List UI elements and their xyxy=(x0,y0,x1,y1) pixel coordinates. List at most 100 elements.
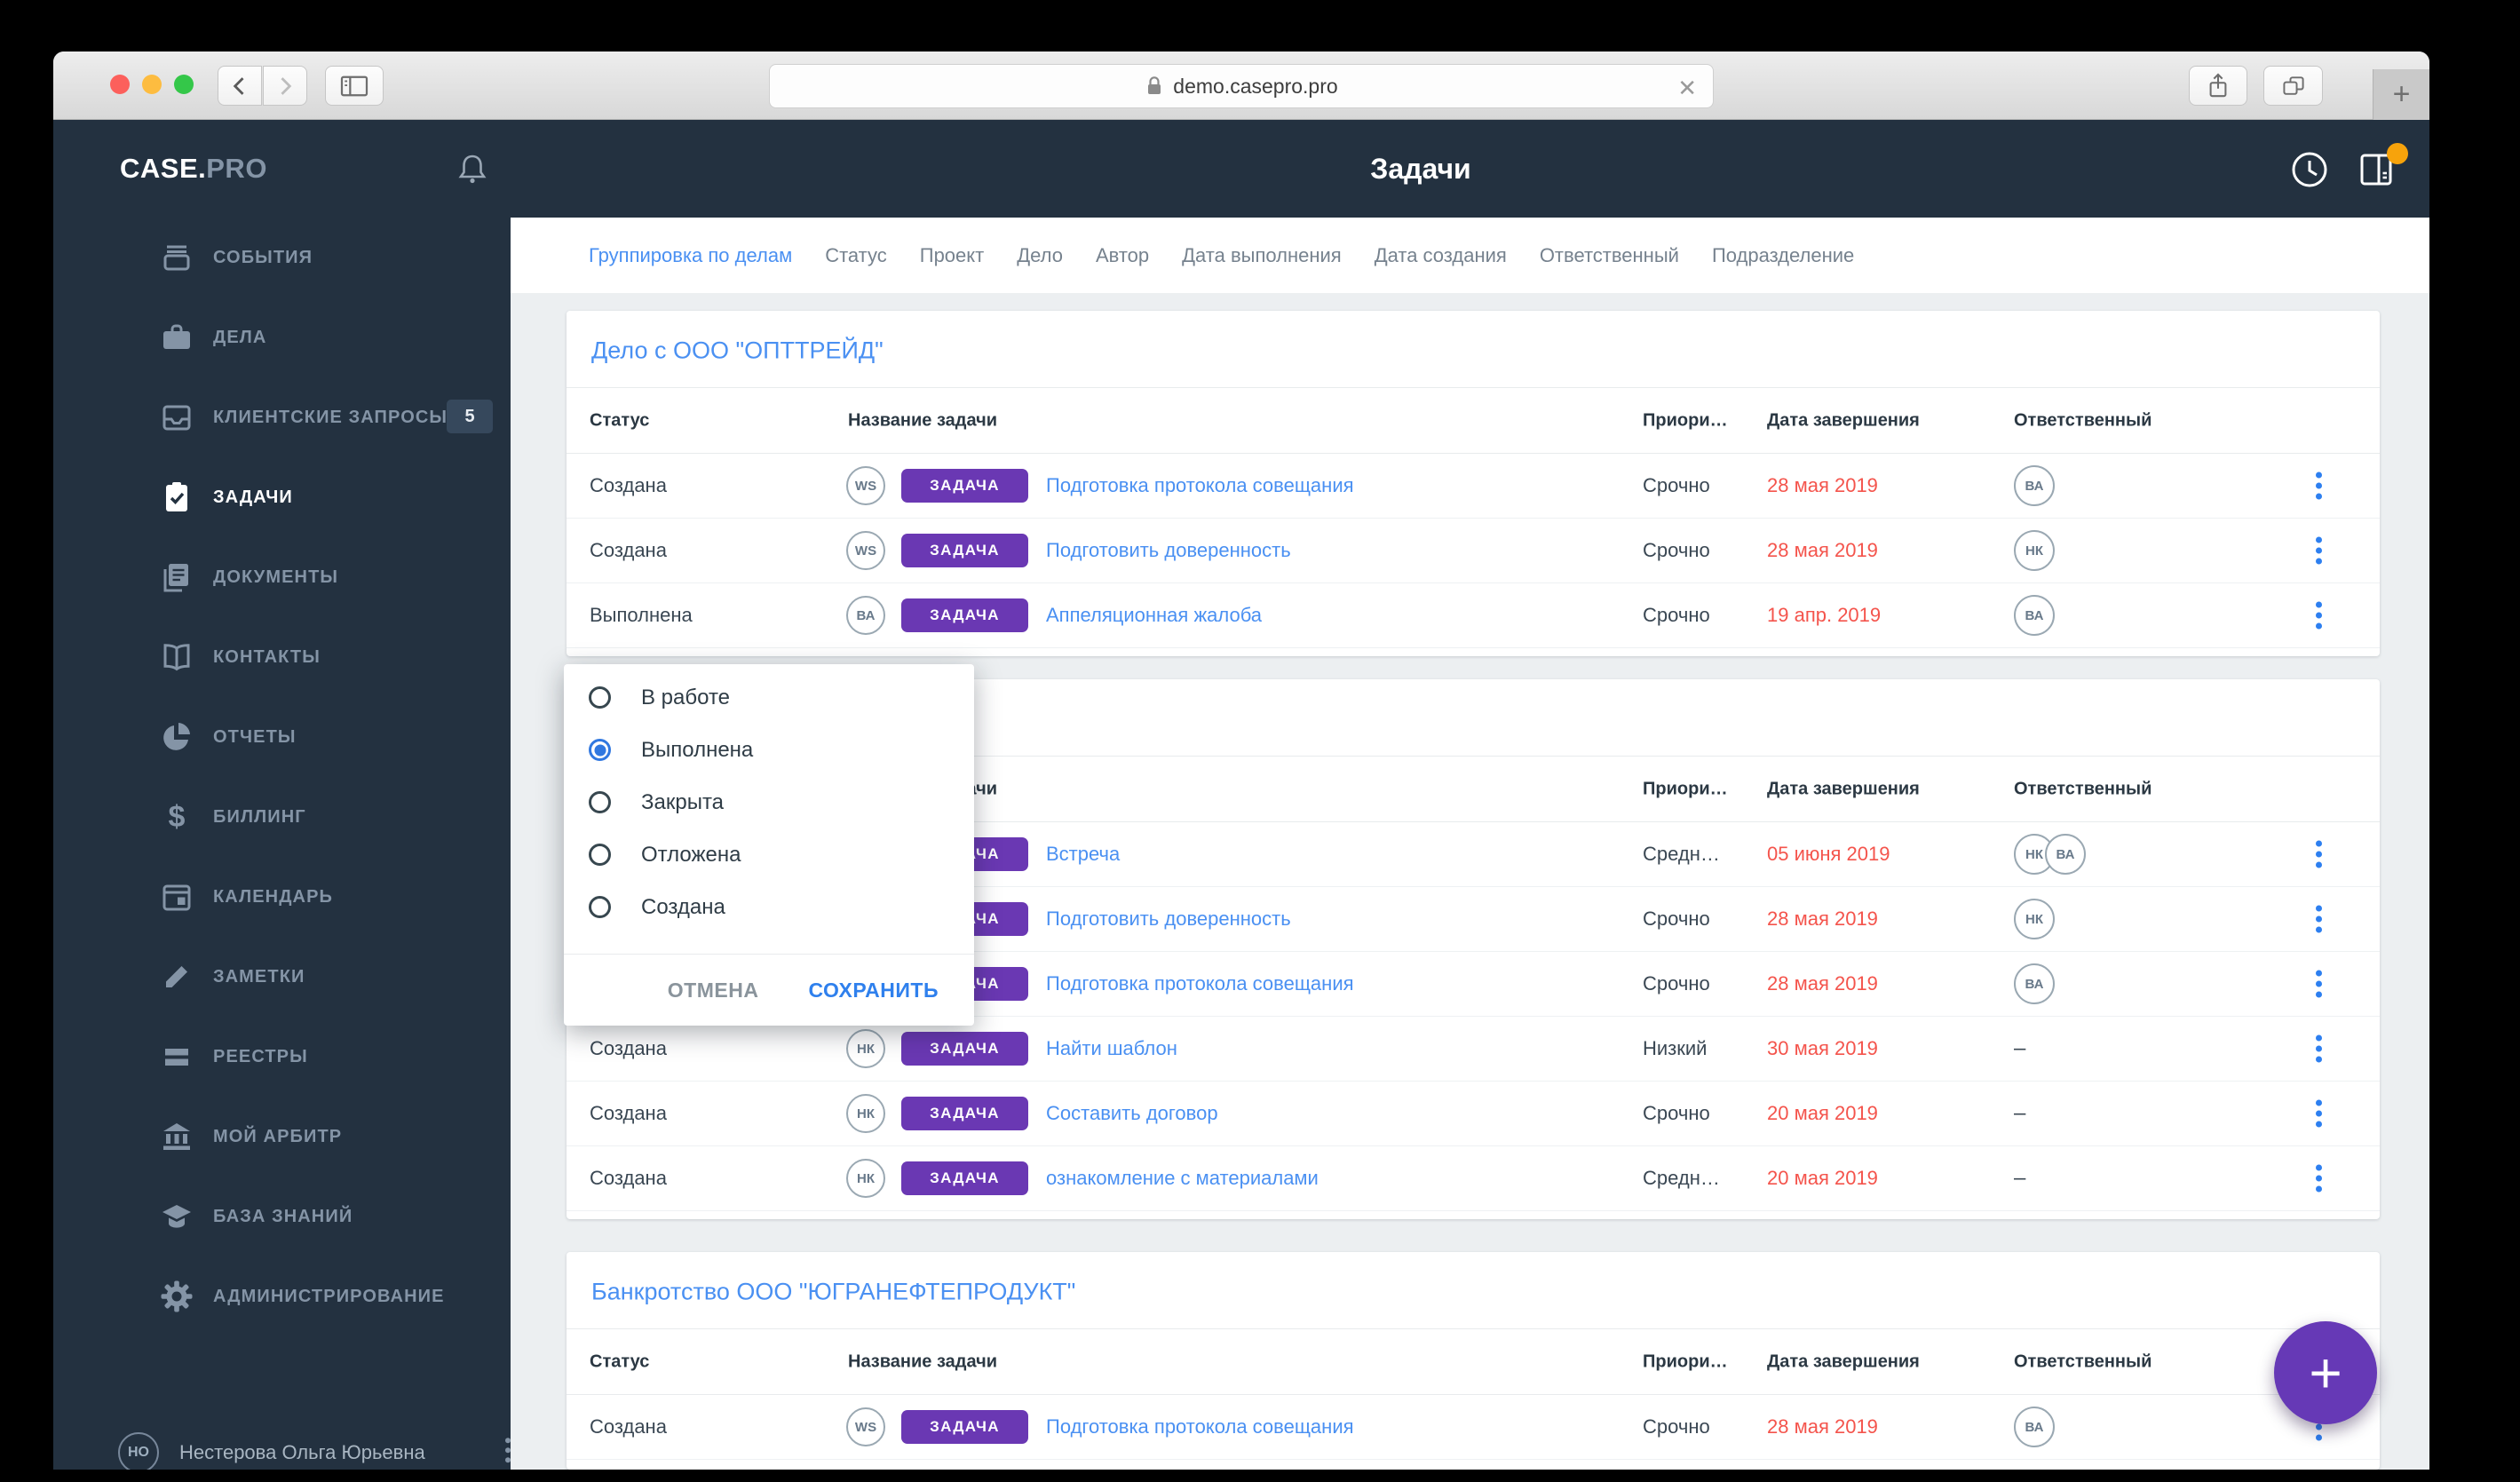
task-link[interactable]: Подготовка протокола совещания xyxy=(1046,1415,1354,1438)
sidebar-item-contacts[interactable]: КОНТАКТЫ xyxy=(53,617,511,697)
radio-selected-icon[interactable] xyxy=(589,739,611,761)
task-status[interactable]: Выполнена xyxy=(590,604,693,627)
row-menu-button[interactable] xyxy=(2309,963,2329,1005)
stop-loading-icon[interactable]: ✕ xyxy=(1677,75,1697,102)
sidebar-item-cases[interactable]: ДЕЛА xyxy=(53,297,511,377)
filter-item-проект[interactable]: Проект xyxy=(920,244,984,267)
filter-item-ответственный[interactable]: Ответственный xyxy=(1540,244,1679,267)
task-status[interactable]: Создана xyxy=(590,1415,667,1438)
filter-item-дата-создания[interactable]: Дата создания xyxy=(1375,244,1507,267)
address-bar[interactable]: demo.casepro.pro ✕ xyxy=(769,64,1714,108)
task-link[interactable]: Найти шаблон xyxy=(1046,1037,1177,1060)
kebab-icon xyxy=(2316,970,2322,998)
kebab-icon xyxy=(2316,472,2322,500)
sidebar-item-documents[interactable]: ДОКУМЕНТЫ xyxy=(53,537,511,617)
status-option[interactable]: Закрыта xyxy=(564,776,974,828)
status-select-popover: В работе Выполнена Закрыта Отложена Создана … xyxy=(564,664,974,1026)
sidebar-item-tasks[interactable]: ЗАДАЧИ xyxy=(53,457,511,537)
logo-secondary: PRO xyxy=(206,153,267,184)
radio-icon[interactable] xyxy=(589,791,611,813)
radio-icon[interactable] xyxy=(589,896,611,918)
sidebar-item-events[interactable]: СОБЫТИЯ xyxy=(53,218,511,297)
share-icon xyxy=(2209,72,2227,97)
filter-item-подразделение[interactable]: Подразделение xyxy=(1712,244,1854,267)
tab-overview-button[interactable] xyxy=(2263,66,2323,106)
task-link[interactable]: Составить договор xyxy=(1046,1102,1218,1125)
task-link[interactable]: Подготовить доверенность xyxy=(1046,907,1291,931)
filter-item-группировка-по-делам[interactable]: Группировка по делам xyxy=(589,244,792,267)
task-status[interactable]: Создана xyxy=(590,539,667,562)
status-option-label: Создана xyxy=(641,894,725,919)
row-menu-button[interactable] xyxy=(2309,465,2329,507)
filter-item-статус[interactable]: Статус xyxy=(825,244,887,267)
no-assignee-dash: – xyxy=(2014,1101,2026,1125)
column-status: Статус xyxy=(590,1351,650,1371)
back-button[interactable] xyxy=(218,66,262,106)
radio-icon[interactable] xyxy=(589,686,611,709)
close-window-button[interactable] xyxy=(110,75,130,94)
new-tab-button[interactable]: + xyxy=(2373,69,2429,120)
sidebar-item-my-arbitr[interactable]: МОЙ АРБИТР xyxy=(53,1097,511,1177)
assignee-cell: НК xyxy=(2014,530,2055,571)
sidebar-item-label: ДЕЛА xyxy=(213,327,267,347)
save-button[interactable]: СОХРАНИТЬ xyxy=(804,973,942,1008)
sidebar-nav: СОБЫТИЯ ДЕЛА КЛИЕНТСКИЕ ЗАПРОСЫ 5 ЗАДАЧИ xyxy=(53,218,511,1336)
status-options: В работе Выполнена Закрыта Отложена Создана xyxy=(564,664,974,933)
cancel-button[interactable]: ОТМЕНА xyxy=(664,973,763,1008)
task-status[interactable]: Создана xyxy=(590,1167,667,1190)
status-option[interactable]: Отложена xyxy=(564,828,974,881)
sidebar-toggle-button[interactable] xyxy=(325,66,384,106)
status-option[interactable]: Выполнена xyxy=(564,724,974,776)
sidebar-item-label: БИЛЛИНГ xyxy=(213,806,306,827)
task-link[interactable]: Подготовить доверенность xyxy=(1046,539,1291,562)
sidebar-item-notes[interactable]: ЗАМЕТКИ xyxy=(53,937,511,1017)
row-menu-button[interactable] xyxy=(2309,1028,2329,1070)
case-title-link[interactable]: Банкротство ООО "ЮГРАНЕФТЕПРОДУКТ" xyxy=(591,1278,1075,1305)
sidebar-item-label: КЛИЕНТСКИЕ ЗАПРОСЫ xyxy=(213,407,448,427)
task-status[interactable]: Создана xyxy=(590,474,667,497)
task-link[interactable]: Подготовка протокола совещания xyxy=(1046,972,1354,995)
row-menu-button[interactable] xyxy=(2309,899,2329,940)
forward-button[interactable] xyxy=(263,66,307,106)
status-option[interactable]: В работе xyxy=(564,671,974,724)
filter-item-автор[interactable]: Автор xyxy=(1096,244,1149,267)
share-button[interactable] xyxy=(2189,66,2247,106)
sidebar-item-calendar[interactable]: КАЛЕНДАРЬ xyxy=(53,857,511,937)
row-menu-button[interactable] xyxy=(2309,595,2329,637)
table-row: Выполнена ВА ЗАДАЧА Аппеляционная жалоба Сро… xyxy=(567,583,2380,648)
row-menu-button[interactable] xyxy=(2309,1158,2329,1200)
sidebar-item-knowledge-base[interactable]: БАЗА ЗНАНИЙ xyxy=(53,1177,511,1256)
user-account-row[interactable]: НО Нестерова Ольга Юрьевна xyxy=(53,1416,511,1470)
sidebar-item-billing[interactable]: $ БИЛЛИНГ xyxy=(53,777,511,857)
zoom-window-button[interactable] xyxy=(174,75,194,94)
task-link[interactable]: Встреча xyxy=(1046,843,1120,866)
app-logo[interactable]: CASE. PRO xyxy=(120,120,267,218)
status-option[interactable]: Создана xyxy=(564,881,974,933)
task-status[interactable]: Создана xyxy=(590,1102,667,1125)
sidebar-item-registries[interactable]: РЕЕСТРЫ xyxy=(53,1017,511,1097)
case-title-link[interactable]: Дело с ООО "ОПТТРЕЙД" xyxy=(591,337,884,364)
case-card-title-row: Банкротство ООО "ЮГРАНЕФТЕПРОДУКТ" xyxy=(567,1252,2380,1329)
radio-icon[interactable] xyxy=(589,844,611,866)
add-task-fab[interactable]: + xyxy=(2274,1321,2377,1424)
sidebar-item-reports[interactable]: ОТЧЕТЫ xyxy=(53,697,511,777)
filter-item-дело[interactable]: Дело xyxy=(1017,244,1063,267)
sidebar-item-administration[interactable]: АДМИНИСТРИРОВАНИЕ xyxy=(53,1256,511,1336)
task-due-date: 28 мая 2019 xyxy=(1767,539,1878,561)
minimize-window-button[interactable] xyxy=(142,75,162,94)
task-link[interactable]: ознакомление с материалами xyxy=(1046,1167,1319,1190)
row-menu-button[interactable] xyxy=(2309,834,2329,876)
task-status[interactable]: Создана xyxy=(590,1037,667,1060)
row-menu-button[interactable] xyxy=(2309,530,2329,572)
sidebar-item-client-requests[interactable]: КЛИЕНТСКИЕ ЗАПРОСЫ 5 xyxy=(53,377,511,457)
notifications-button[interactable] xyxy=(455,151,490,194)
sidebar-item-label: РЕЕСТРЫ xyxy=(213,1046,308,1066)
task-link[interactable]: Подготовка протокола совещания xyxy=(1046,474,1354,497)
task-link[interactable]: Аппеляционная жалоба xyxy=(1046,604,1262,627)
author-avatar: ВА xyxy=(846,596,885,635)
user-menu-button[interactable] xyxy=(505,1438,511,1463)
url-text: demo.casepro.pro xyxy=(1173,74,1338,98)
history-button[interactable] xyxy=(2289,149,2330,194)
filter-item-дата-выполнения[interactable]: Дата выполнения xyxy=(1182,244,1342,267)
row-menu-button[interactable] xyxy=(2309,1093,2329,1135)
